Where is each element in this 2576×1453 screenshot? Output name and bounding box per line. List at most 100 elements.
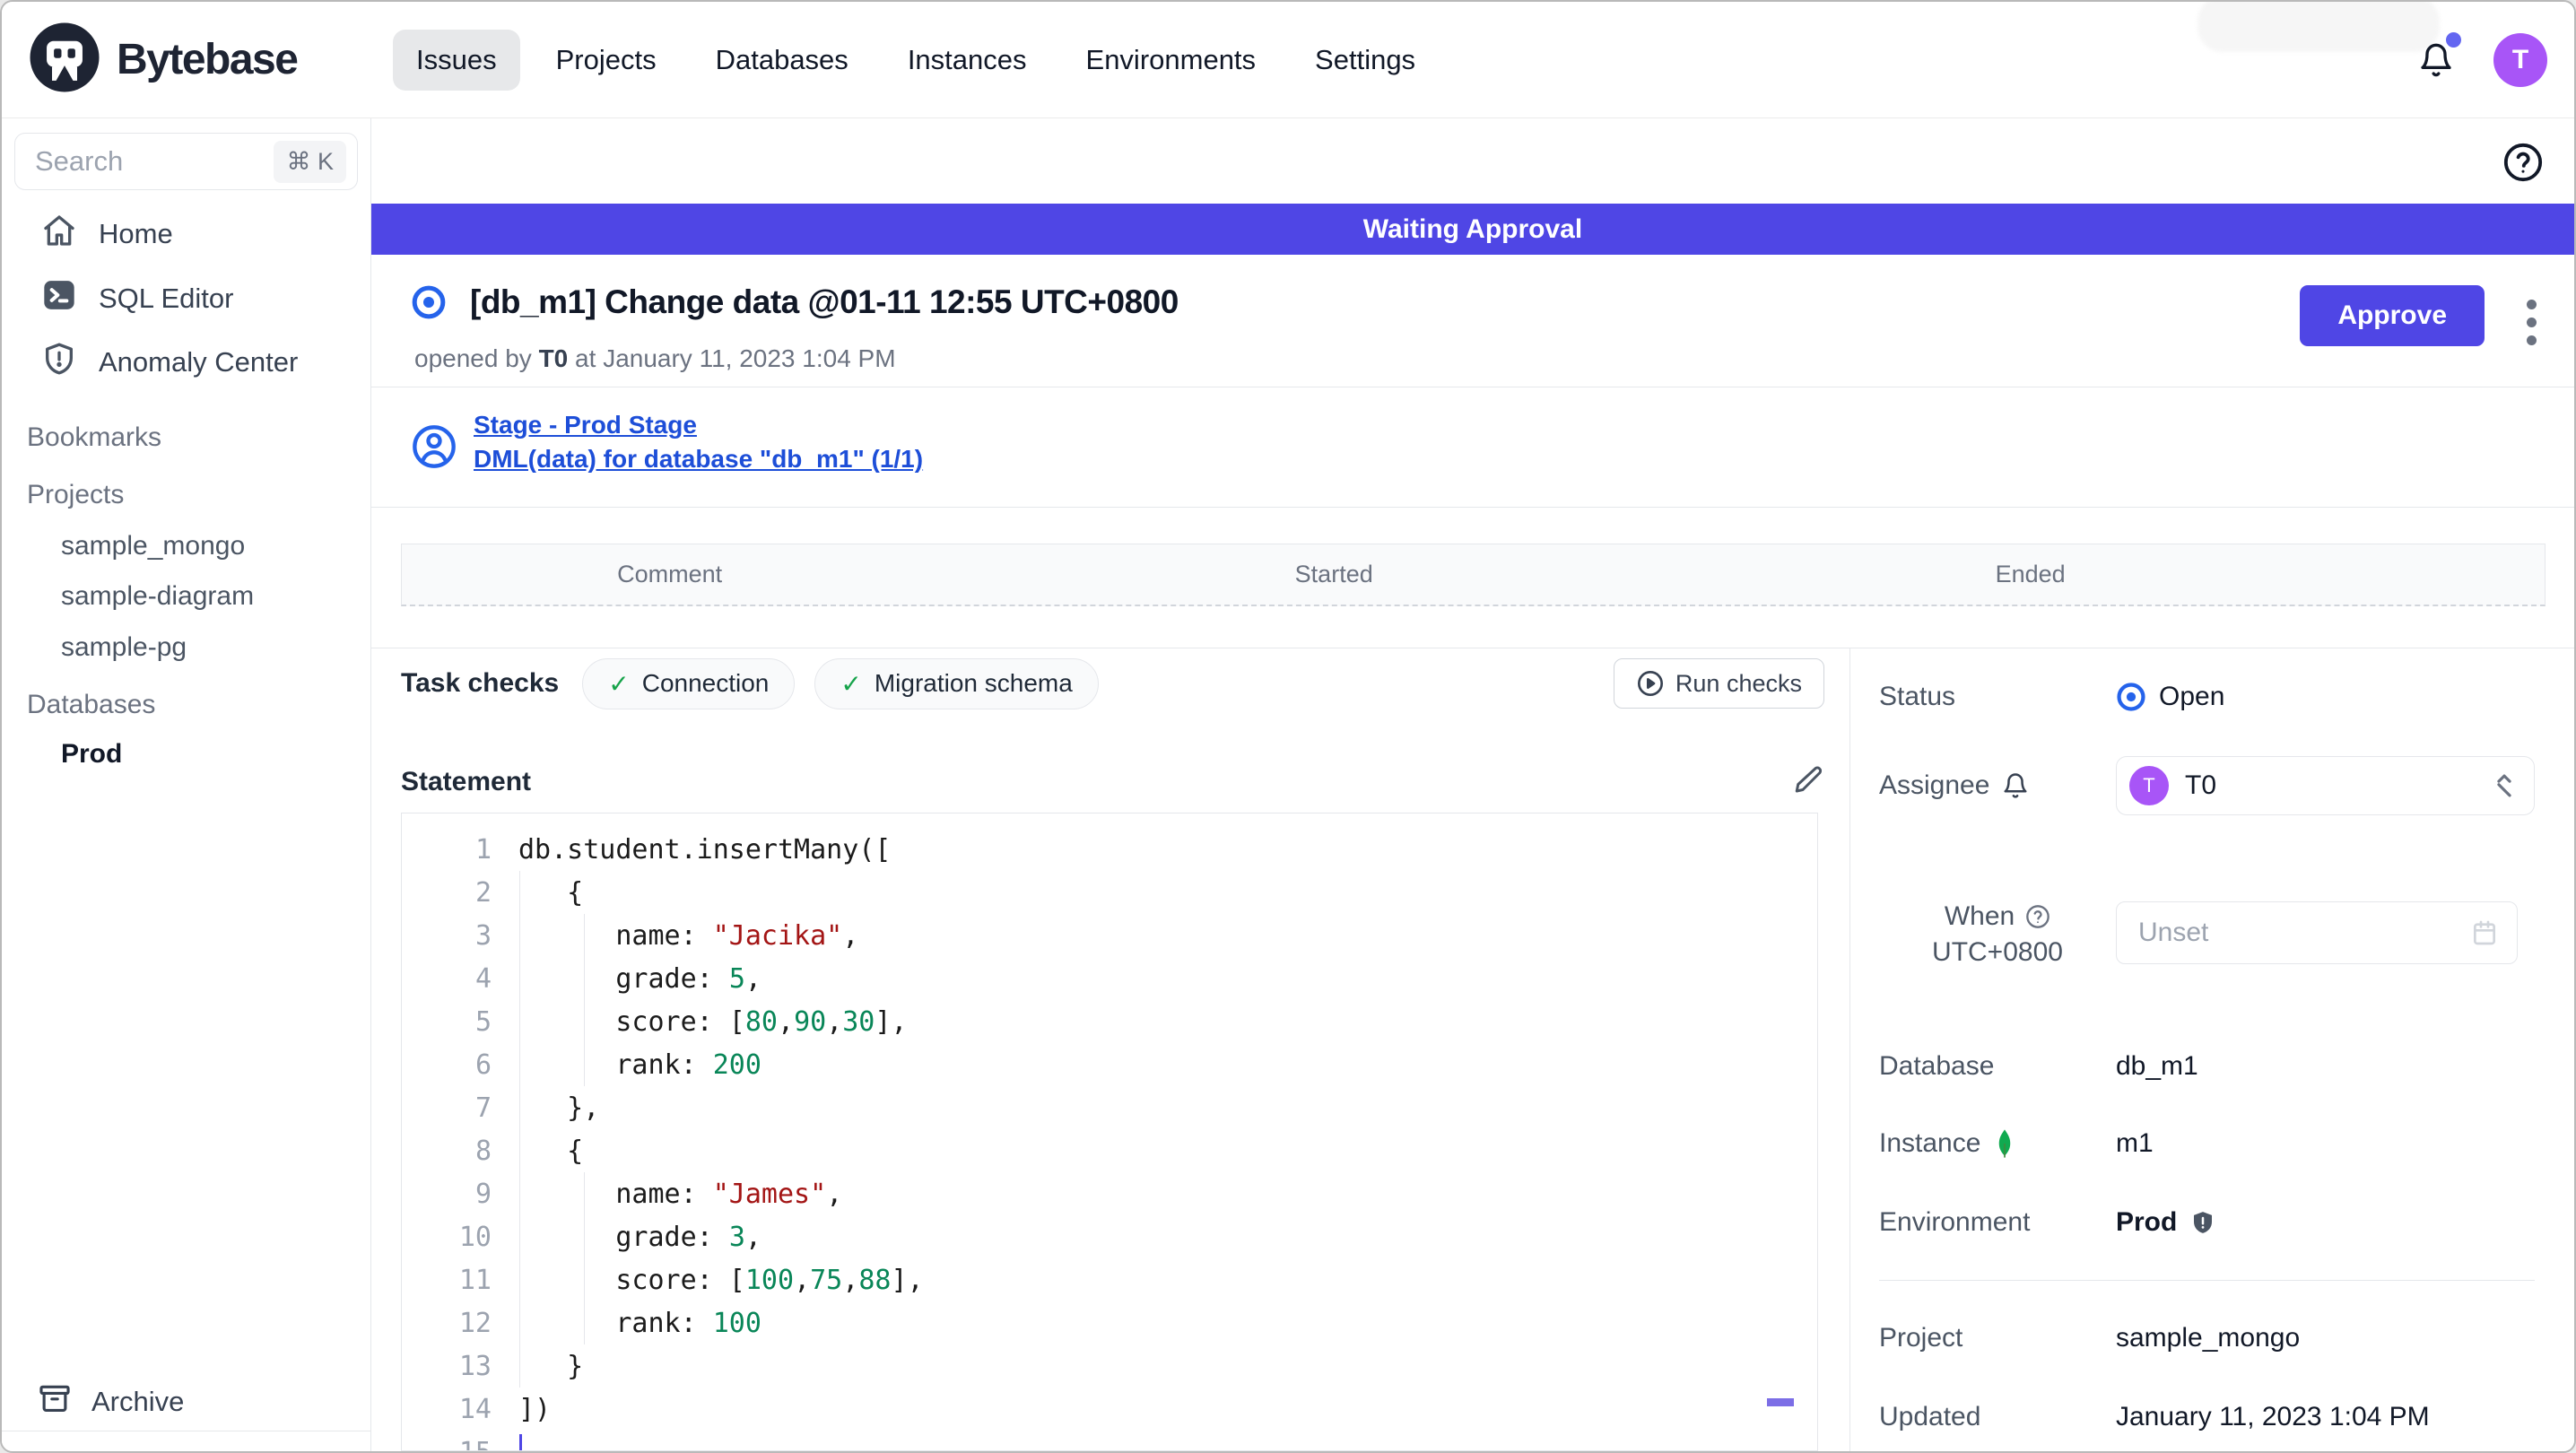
line-number: 11 bbox=[458, 1264, 492, 1296]
sidebar-item-archive[interactable]: Archive bbox=[2, 1381, 370, 1423]
sidebar-item-sample-pg[interactable]: sample-pg bbox=[2, 622, 370, 673]
question-circle-icon bbox=[2025, 904, 2050, 929]
line-number: 10 bbox=[458, 1221, 492, 1253]
check-pill-migration-schema[interactable]: ✓ Migration schema bbox=[814, 657, 1099, 709]
when-placeholder: Unset bbox=[2138, 918, 2209, 947]
indent-guide bbox=[584, 1043, 585, 1086]
when-datetime-input[interactable]: Unset bbox=[2116, 901, 2518, 964]
assignee-select[interactable]: T T0 bbox=[2116, 756, 2535, 815]
help-button[interactable] bbox=[2502, 142, 2544, 187]
instance-label: Instance bbox=[1879, 1128, 1981, 1158]
column-header-started: Started bbox=[1294, 561, 1373, 587]
statement-code-editor[interactable]: 1 db.student.insertMany([2 {3 name: "Jaci… bbox=[401, 813, 1818, 1451]
code-text: { bbox=[518, 1135, 584, 1167]
database-value[interactable]: db_m1 bbox=[2116, 1051, 2198, 1082]
tab-instances[interactable]: Instances bbox=[884, 30, 1050, 91]
indent-guide bbox=[584, 1000, 585, 1043]
sidebar-item-anomaly-center[interactable]: Anomaly Center bbox=[2, 335, 370, 389]
search-input[interactable]: Search ⌘ K bbox=[14, 133, 358, 190]
code-text: grade: 5, bbox=[518, 962, 761, 995]
play-circle-icon bbox=[1636, 669, 1665, 698]
assignee-value: T0 bbox=[2185, 770, 2217, 800]
line-number: 15 bbox=[402, 1437, 492, 1451]
column-header-ended: Ended bbox=[1995, 561, 2066, 587]
nav-right: T bbox=[2197, 2, 2574, 87]
edit-pencil-icon[interactable] bbox=[1792, 764, 1824, 801]
when-timezone: UTC+0800 bbox=[1932, 937, 2063, 967]
brand-logo[interactable]: Bytebase bbox=[2, 20, 371, 100]
tab-environments[interactable]: Environments bbox=[1063, 30, 1280, 91]
sidebar-item-sample-diagram[interactable]: sample-diagram bbox=[2, 571, 370, 622]
sidebar-item-sql-editor[interactable]: SQL Editor bbox=[2, 272, 370, 326]
line-number: 7 bbox=[474, 1092, 492, 1124]
stage-section: Stage - Prod Stage DML(data) for databas… bbox=[371, 387, 2574, 508]
line-number: 4 bbox=[474, 962, 492, 995]
task-link[interactable]: DML(data) for database "db_m1" (1/1) bbox=[474, 445, 923, 474]
run-checks-button[interactable]: Run checks bbox=[1613, 658, 1824, 709]
code-line: 5 score: [80,90,30], bbox=[402, 1000, 1817, 1043]
environment-row: Environment Prod bbox=[1879, 1205, 2535, 1240]
shield-alert-icon bbox=[41, 341, 77, 384]
subscribe-bell-icon[interactable] bbox=[2002, 772, 2029, 799]
indent-guide bbox=[519, 1129, 520, 1172]
tab-projects[interactable]: Projects bbox=[533, 30, 680, 91]
code-line: 11 score: [100,75,88], bbox=[402, 1258, 1817, 1301]
stage-link[interactable]: Stage - Prod Stage bbox=[474, 411, 923, 439]
lower-split: Task checks ✓ Connection ✓ Migration sch… bbox=[371, 648, 2574, 1451]
updated-row: Updated January 11, 2023 1:04 PM bbox=[1879, 1399, 2535, 1435]
issue-header: [db_m1] Change data @01-11 12:55 UTC+080… bbox=[371, 255, 2574, 387]
column-header-comment: Comment bbox=[617, 561, 723, 587]
tab-settings[interactable]: Settings bbox=[1292, 30, 1439, 91]
notification-bell-button[interactable] bbox=[2418, 31, 2461, 79]
status-label: Status bbox=[1879, 682, 1956, 711]
assignee-stage-icon bbox=[411, 423, 457, 474]
sidebar-item-sample-mongo[interactable]: sample_mongo bbox=[2, 521, 370, 571]
assignee-row: Assignee T T0 bbox=[1879, 756, 2535, 815]
tab-databases[interactable]: Databases bbox=[692, 30, 872, 91]
code-text: rank: 100 bbox=[518, 1307, 761, 1339]
status-banner-text: Waiting Approval bbox=[1362, 213, 1583, 244]
status-open-icon bbox=[2116, 682, 2146, 712]
panel-divider bbox=[1879, 1280, 2535, 1281]
statement-row: Statement bbox=[401, 761, 1824, 803]
check-icon: ✓ bbox=[608, 669, 630, 698]
code-line: 6 rank: 200 bbox=[402, 1043, 1817, 1086]
status-row: Status Open bbox=[1879, 679, 2535, 715]
search-shortcut-badge: ⌘ K bbox=[274, 140, 346, 183]
task-checks-row: Task checks ✓ Connection ✓ Migration sch… bbox=[401, 657, 1824, 709]
line-number: 13 bbox=[458, 1350, 492, 1382]
indent-guide bbox=[584, 1172, 585, 1215]
activity-table-header: Comment Started Ended bbox=[401, 544, 2546, 606]
user-avatar[interactable]: T bbox=[2493, 32, 2547, 87]
environment-value[interactable]: Prod bbox=[2116, 1207, 2177, 1238]
issue-opened-time: January 11, 2023 1:04 PM bbox=[603, 344, 896, 372]
environment-label: Environment bbox=[1879, 1207, 2031, 1237]
approve-button[interactable]: Approve bbox=[2300, 285, 2485, 346]
issue-author: T0 bbox=[538, 344, 569, 372]
more-options-button[interactable] bbox=[2521, 294, 2542, 351]
tab-issues[interactable]: Issues bbox=[393, 29, 520, 91]
line-number: 6 bbox=[474, 1048, 492, 1081]
check-pill-connection[interactable]: ✓ Connection bbox=[582, 657, 796, 709]
code-line: 15 bbox=[402, 1431, 1817, 1451]
faded-overlay bbox=[2197, 2, 2440, 52]
indent-guide bbox=[519, 914, 520, 957]
line-number: 5 bbox=[474, 1005, 492, 1038]
code-line: 7 }, bbox=[402, 1086, 1817, 1129]
code-line: 1 db.student.insertMany([ bbox=[402, 828, 1817, 871]
sidebar-item-label: Anomaly Center bbox=[99, 346, 299, 378]
sidebar-item-home[interactable]: Home bbox=[2, 207, 370, 261]
instance-value[interactable]: m1 bbox=[2116, 1128, 2154, 1159]
project-row: Project sample_mongo bbox=[1879, 1320, 2535, 1356]
chevron-updown-icon bbox=[2491, 770, 2518, 801]
sidebar-section-databases: Databases bbox=[27, 690, 156, 719]
indent-guide bbox=[519, 871, 520, 914]
calendar-icon bbox=[2470, 918, 2499, 947]
sidebar: Search ⌘ K Home SQL Editor Anomaly Cente… bbox=[2, 118, 371, 1451]
sidebar-item-prod[interactable]: Prod bbox=[2, 729, 370, 779]
project-value[interactable]: sample_mongo bbox=[2116, 1323, 2300, 1353]
indent-guide bbox=[584, 1301, 585, 1344]
code-line: 12 rank: 100 bbox=[402, 1301, 1817, 1344]
sidebar-section-bookmarks: Bookmarks bbox=[27, 422, 162, 452]
code-text: } bbox=[518, 1350, 584, 1382]
